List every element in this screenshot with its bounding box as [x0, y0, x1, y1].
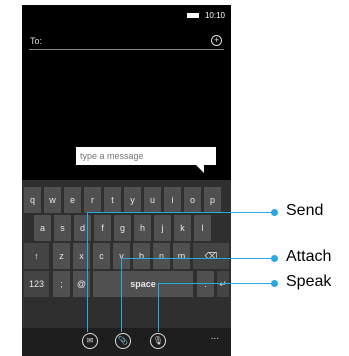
- speak-callout-vertical: [158, 283, 159, 332]
- key-b[interactable]: b: [133, 243, 150, 269]
- key-s[interactable]: s: [54, 215, 71, 241]
- send-callout-vertical: [87, 212, 88, 332]
- key-g[interactable]: g: [114, 215, 131, 241]
- send-icon[interactable]: ✉: [82, 333, 98, 349]
- more-icon[interactable]: ...: [211, 331, 219, 342]
- message-input[interactable]: type a message: [76, 147, 216, 165]
- key-y[interactable]: y: [124, 187, 141, 213]
- key-u[interactable]: u: [144, 187, 161, 213]
- to-label: To:: [30, 36, 43, 46]
- key-d[interactable]: d: [74, 215, 91, 241]
- speak-callout-label: Speak: [286, 273, 332, 290]
- attach-callout-vertical: [121, 258, 122, 332]
- speak-callout-dot: [271, 280, 278, 287]
- backspace-key[interactable]: ⌫: [193, 243, 229, 269]
- key-m[interactable]: m: [173, 243, 190, 269]
- key-n[interactable]: n: [153, 243, 170, 269]
- key-period[interactable]: .: [197, 271, 214, 297]
- attach-callout-dot: [271, 255, 278, 262]
- shift-key[interactable]: ↑: [24, 243, 49, 269]
- status-bar: 10:10: [22, 5, 231, 27]
- key-k[interactable]: k: [174, 215, 191, 241]
- speak-callout-line: [158, 283, 275, 284]
- microphone-icon[interactable]: 🎙: [150, 333, 166, 349]
- phone-screen: 10:10 To: + type a message q w e r t y u…: [22, 5, 231, 356]
- to-field-underline: [29, 49, 224, 50]
- key-r[interactable]: r: [84, 187, 101, 213]
- message-bubble-tail: [196, 165, 204, 173]
- send-callout-line: [87, 212, 275, 213]
- send-callout-dot: [271, 209, 278, 216]
- key-f[interactable]: f: [94, 215, 111, 241]
- key-c[interactable]: c: [93, 243, 110, 269]
- keyboard: q w e r t y u i o p a s d f g h j k l ↑ …: [22, 180, 231, 328]
- key-w[interactable]: w: [44, 187, 61, 213]
- add-recipient-icon[interactable]: +: [211, 35, 222, 46]
- key-z[interactable]: z: [53, 243, 70, 269]
- battery-icon: [187, 13, 199, 18]
- key-q[interactable]: q: [24, 187, 41, 213]
- attach-callout-line: [121, 258, 275, 259]
- key-123[interactable]: 123: [24, 271, 49, 297]
- key-semicolon[interactable]: ;: [53, 271, 70, 297]
- key-o[interactable]: o: [184, 187, 201, 213]
- space-key[interactable]: space: [93, 271, 193, 297]
- key-p[interactable]: p: [204, 187, 221, 213]
- message-placeholder: type a message: [80, 151, 144, 161]
- key-j[interactable]: j: [154, 215, 171, 241]
- send-callout-label: Send: [286, 202, 324, 219]
- attach-callout-label: Attach: [286, 248, 332, 265]
- key-e[interactable]: e: [64, 187, 81, 213]
- key-t[interactable]: t: [104, 187, 121, 213]
- key-i[interactable]: i: [164, 187, 181, 213]
- key-l[interactable]: l: [194, 215, 211, 241]
- attach-icon[interactable]: 📎: [115, 333, 131, 349]
- clock: 10:10: [204, 11, 225, 20]
- app-bar: ✉ 📎 🎙 ...: [22, 328, 231, 356]
- key-h[interactable]: h: [134, 215, 151, 241]
- enter-key[interactable]: ↵: [217, 271, 229, 297]
- key-a[interactable]: a: [34, 215, 51, 241]
